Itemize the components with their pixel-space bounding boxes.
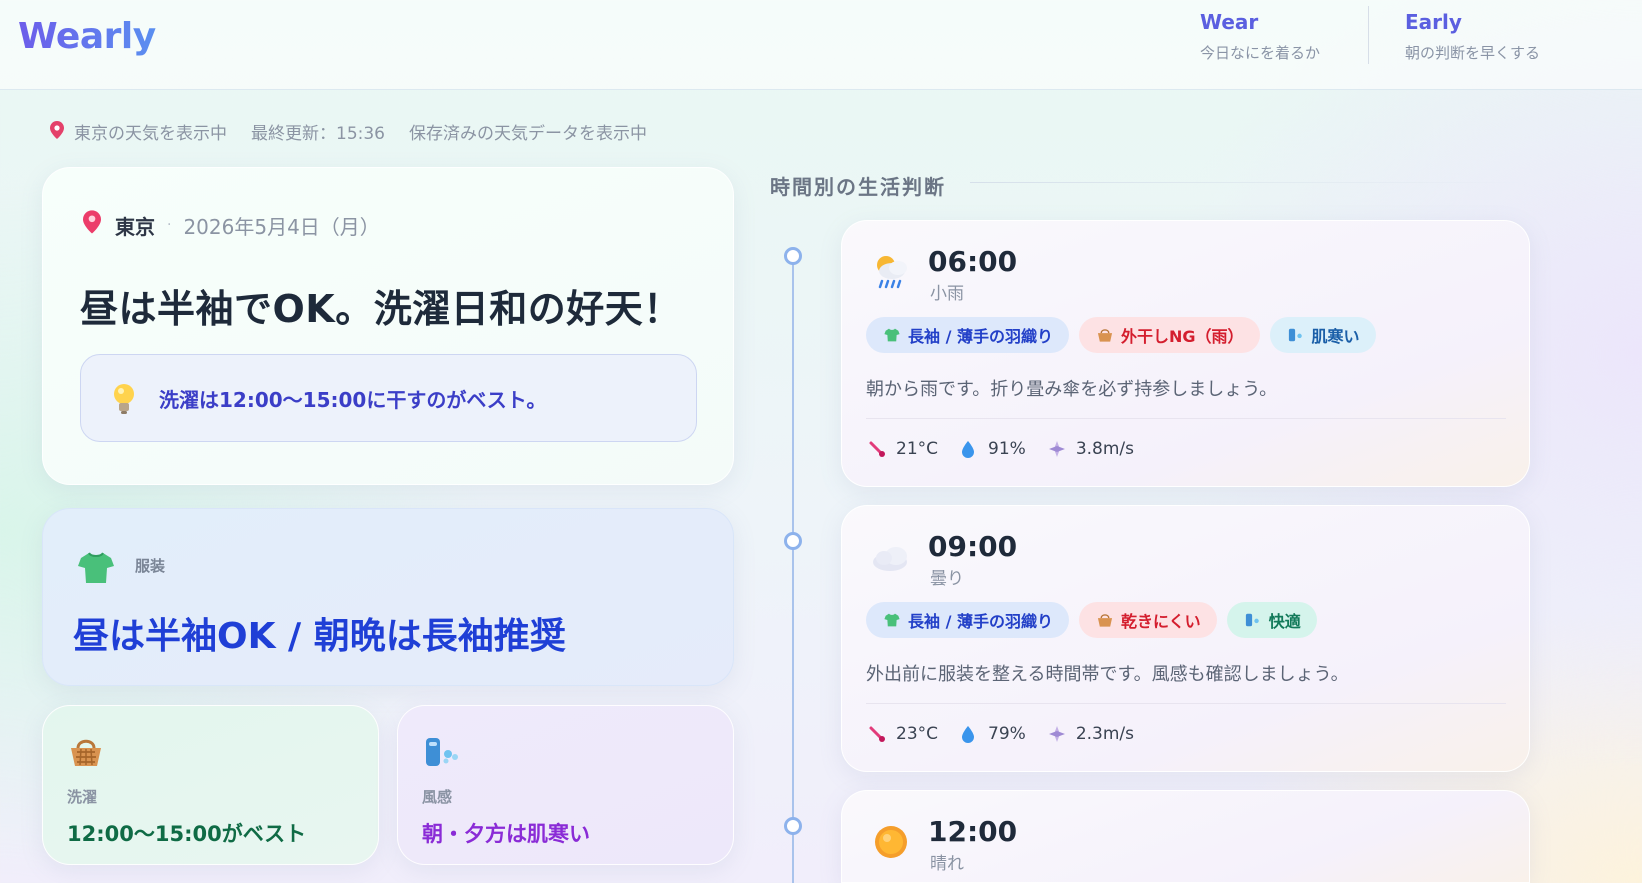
thermometer-icon [868, 440, 886, 458]
nav-divider [1368, 6, 1369, 64]
tag-list: 長袖 / 薄手の羽織り 乾きにくい 快適 [866, 602, 1317, 638]
tag-label: 長袖 / 薄手の羽織り [908, 327, 1053, 346]
laundry-tag: 外干しNG（雨） [1079, 317, 1260, 353]
metrics-row: 21°C 91% 3.8m/s [868, 439, 1156, 459]
separator-dot: · [167, 217, 172, 233]
tag-label: 外干しNG（雨） [1121, 327, 1244, 346]
timeline-title: 時間別の生活判断 [770, 175, 946, 199]
tip-box: 洗濯は12:00〜15:00に干すのがベスト。 [80, 354, 697, 442]
summary-headline: 昼は半袖でOK。洗濯日和の好天！ [80, 287, 682, 331]
hour-card-1200[interactable]: 12:00 晴れ [841, 790, 1530, 883]
humidity-value: 79% [988, 724, 1026, 744]
wind-face-icon [424, 736, 460, 772]
app-logo[interactable]: Wearly [18, 16, 156, 57]
basket-icon [1097, 327, 1113, 343]
hour-description: 外出前に服装を整える時間帯です。風感も確認しましょう。 [866, 664, 1349, 685]
section-divider [970, 182, 1530, 183]
temperature-value: 21°C [896, 439, 939, 459]
card-divider [866, 703, 1506, 704]
tag-label: 長袖 / 薄手の羽織り [908, 612, 1053, 631]
tag-label: 乾きにくい [1121, 612, 1201, 631]
wind-tag: 快適 [1226, 602, 1317, 638]
location-row: 東京 · 2026年5月4日（月） [83, 210, 380, 240]
timeline-line [792, 256, 794, 883]
wind-value: 朝・夕方は肌寒い [422, 822, 590, 846]
outfit-tag: 長袖 / 薄手の羽織り [866, 317, 1069, 353]
location-pin-icon [83, 210, 101, 240]
hour-time: 09:00 [928, 530, 1018, 563]
wind-speed-value: 2.3m/s [1075, 724, 1134, 744]
hour-condition: 晴れ [930, 854, 964, 874]
hour-card-0600[interactable]: 06:00 小雨 長袖 / 薄手の羽織り 外干しNG（雨） 肌寒い 朝から雨です… [841, 220, 1530, 487]
current-date: 2026年5月4日（月） [183, 214, 380, 239]
hour-card-0900[interactable]: 09:00 曇り 長袖 / 薄手の羽織り 乾きにくい 快適 外出前に服装を整える… [841, 505, 1530, 772]
wind-label: 風感 [422, 788, 453, 806]
wind-speed-value: 3.8m/s [1075, 439, 1134, 459]
laundry-card: 洗濯 12:00〜15:00がベスト [42, 705, 379, 865]
summary-card: 東京 · 2026年5月4日（月） 昼は半袖でOK。洗濯日和の好天！ 洗濯は12… [42, 167, 734, 485]
shirt-icon [77, 551, 115, 589]
status-line: 東京の天気を表示中 最終更新：15:36 保存済みの天気データを表示中 [50, 119, 647, 144]
basket-icon [1097, 612, 1113, 628]
basket-icon [69, 736, 103, 772]
status-location: 東京の天気を表示中 [74, 124, 227, 144]
laundry-label: 洗濯 [67, 788, 98, 806]
humidity-value: 91% [988, 439, 1026, 459]
droplet-icon [960, 440, 978, 458]
outfit-tag: 長袖 / 薄手の羽織り [866, 602, 1069, 638]
tag-label: 肌寒い [1311, 327, 1360, 346]
tag-list: 長袖 / 薄手の羽織り 外干しNG（雨） 肌寒い [866, 317, 1376, 353]
outfit-label: 服装 [135, 557, 166, 575]
tag-label: 快適 [1268, 612, 1301, 631]
wind-speed-metric: 2.3m/s [1048, 724, 1134, 744]
outfit-card: 服装 昼は半袖OK / 朝晩は長袖推奨 [42, 508, 734, 686]
city-name: 東京 [115, 214, 155, 239]
nav-wear-subtitle: 今日なにを着るか [1200, 44, 1321, 62]
timeline-dot [784, 247, 802, 265]
temperature-value: 23°C [896, 724, 939, 744]
nav-item-early[interactable]: Early 朝の判断を早くする [1405, 10, 1540, 63]
location-pin-icon [50, 120, 64, 143]
hour-condition: 小雨 [930, 284, 964, 304]
humidity-metric: 91% [960, 439, 1026, 459]
temperature-metric: 21°C [868, 439, 938, 459]
temperature-metric: 23°C [868, 724, 938, 744]
wind-icon [1048, 440, 1066, 458]
nav-wear-title: Wear [1200, 10, 1259, 34]
shirt-icon [884, 612, 900, 628]
droplet-icon [960, 725, 978, 743]
wind-icon [1288, 327, 1304, 343]
humidity-metric: 79% [960, 724, 1026, 744]
outfit-recommendation: 昼は半袖OK / 朝晩は長袖推奨 [73, 616, 566, 657]
status-last-updated: 最終更新：15:36 [251, 124, 385, 144]
timeline-dot [784, 532, 802, 550]
app-header: Wearly Wear 今日なにを着るか Early 朝の判断を早くする [0, 0, 1642, 90]
metrics-row: 23°C 79% 2.3m/s [868, 724, 1156, 744]
rain-icon [870, 251, 912, 293]
hour-time: 12:00 [928, 815, 1018, 848]
card-divider [866, 418, 1506, 419]
hour-time: 06:00 [928, 245, 1018, 278]
hour-description: 朝から雨です。折り畳み傘を必ず持参しましょう。 [866, 379, 1278, 400]
laundry-tag: 乾きにくい [1079, 602, 1217, 638]
wind-tag: 肌寒い [1269, 317, 1376, 353]
thermometer-icon [868, 725, 886, 743]
wind-icon [1245, 612, 1261, 628]
wind-speed-metric: 3.8m/s [1048, 439, 1134, 459]
tip-text: 洗濯は12:00〜15:00に干すのがベスト。 [159, 387, 547, 412]
cloud-icon [870, 536, 912, 578]
wind-icon [1048, 725, 1066, 743]
shirt-icon [884, 327, 900, 343]
wind-card: 風感 朝・夕方は肌寒い [397, 705, 734, 865]
nav-early-title: Early [1405, 10, 1462, 34]
laundry-value: 12:00〜15:00がベスト [67, 822, 307, 846]
hour-condition: 曇り [930, 569, 964, 589]
sun-icon [870, 821, 912, 863]
nav-item-wear[interactable]: Wear 今日なにを着るか [1200, 10, 1320, 63]
status-cache-note: 保存済みの天気データを表示中 [409, 124, 647, 144]
timeline-dot [784, 817, 802, 835]
lightbulb-icon [111, 382, 137, 414]
nav-early-subtitle: 朝の判断を早くする [1405, 44, 1541, 62]
